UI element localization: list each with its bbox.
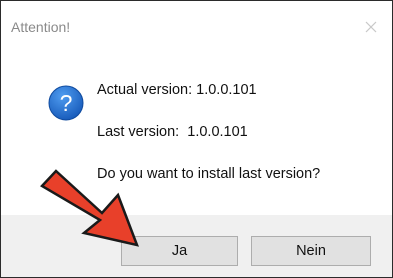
question-icon: ?: [48, 85, 84, 121]
dialog-window: Attention! ? Actual version: 1.0.0.101 L…: [0, 0, 393, 278]
no-button[interactable]: Nein: [251, 236, 371, 266]
window-title: Attention!: [11, 19, 71, 35]
title-bar: Attention!: [1, 1, 392, 45]
actual-version-text: Actual version: 1.0.0.101: [97, 82, 257, 98]
message-area: ? Actual version: 1.0.0.101 Last version…: [1, 45, 392, 215]
svg-text:?: ?: [60, 90, 73, 116]
button-bar: Ja Nein: [1, 215, 392, 277]
install-prompt-text: Do you want to install last version?: [97, 166, 321, 182]
yes-button[interactable]: Ja: [121, 236, 238, 266]
close-icon[interactable]: [363, 19, 379, 35]
last-version-text: Last version: 1.0.0.101: [97, 124, 248, 140]
